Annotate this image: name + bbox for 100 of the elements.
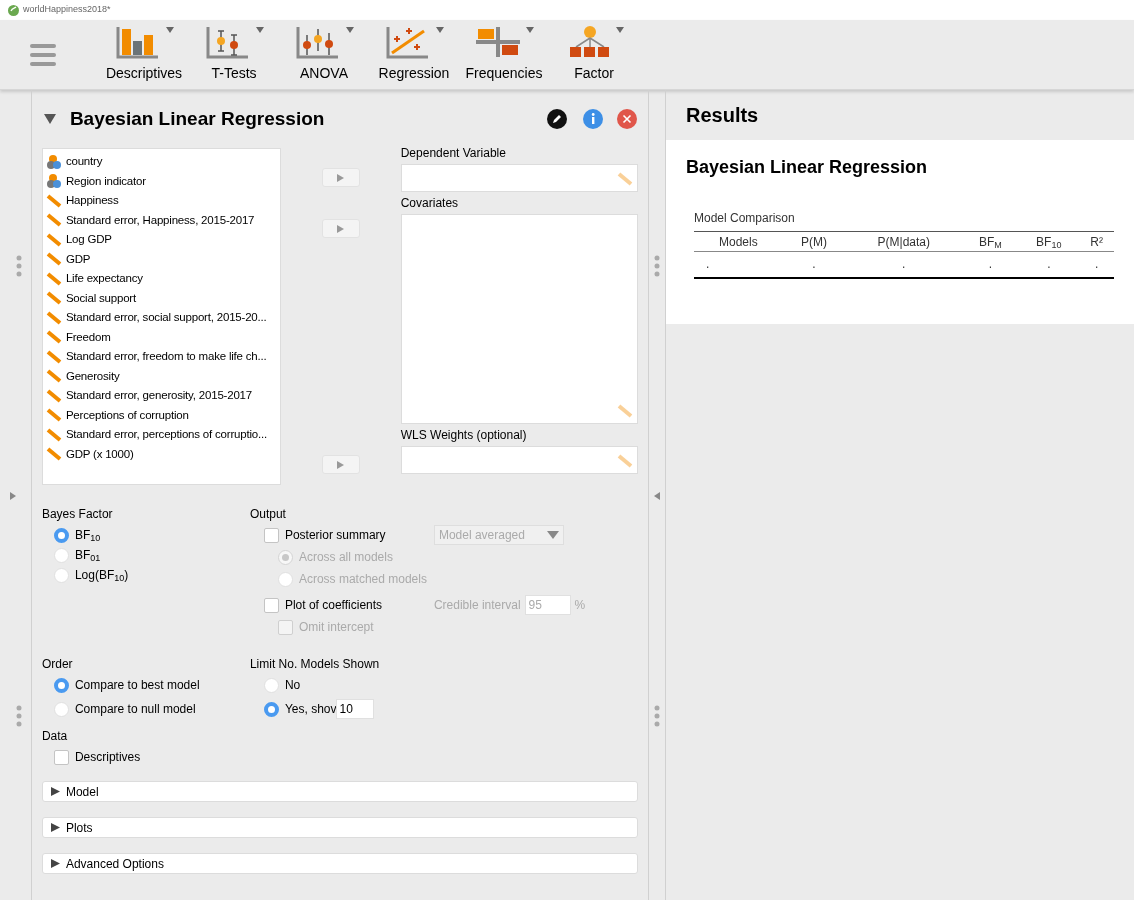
info-icon[interactable] [582, 109, 603, 129]
checkbox[interactable] [263, 527, 279, 543]
caret-icon [546, 531, 559, 539]
radio-label: Across all models [298, 549, 393, 566]
variable-item[interactable]: Standard error, freedom to make life ch... [45, 347, 278, 367]
ruler-icon [45, 251, 62, 268]
variable-item[interactable]: Region indicator [45, 171, 278, 191]
section-header[interactable]: Model [41, 781, 638, 802]
edit-icon[interactable] [546, 109, 567, 129]
ruler-icon [45, 290, 62, 307]
toolbar-button[interactable]: Factor [550, 25, 638, 84]
drop-field[interactable] [400, 214, 638, 424]
table-cell: . [1095, 257, 1099, 272]
section-header[interactable]: Plots [41, 817, 638, 838]
radio-button[interactable] [53, 527, 69, 543]
radio-button[interactable] [263, 701, 279, 717]
caret-icon [256, 27, 264, 33]
nominal-variable-icon [45, 153, 62, 170]
drag-handle-icon[interactable] [16, 255, 23, 277]
column-header: P(M) [800, 234, 827, 249]
variable-item[interactable]: Standard error, Happiness, 2015-2017 [45, 210, 278, 230]
ruler-icon [616, 403, 633, 419]
variable-item[interactable]: Generosity [45, 366, 278, 386]
radio-label: BF$_{01}$ [74, 547, 101, 564]
drag-handle-icon[interactable] [653, 255, 660, 277]
analysis-title: Bayesian Linear Regression [69, 106, 326, 131]
radio-label: Log(BF$_{10}$) [74, 567, 129, 584]
toolbar-button[interactable]: T-Tests [190, 25, 278, 84]
drag-handle-icon[interactable] [653, 705, 660, 727]
drag-handle-icon[interactable] [16, 705, 23, 727]
ruler-icon [45, 446, 62, 463]
collapse-arrow-icon[interactable] [653, 492, 660, 500]
ruler-icon [45, 270, 62, 287]
variable-item[interactable]: Happiness [45, 191, 278, 211]
radio-label: No [284, 677, 301, 694]
table-cell: . [812, 257, 816, 272]
checkbox[interactable] [263, 597, 279, 613]
ruler-icon [45, 329, 62, 346]
field-label: Covariates [400, 195, 460, 212]
drop-field[interactable] [400, 446, 638, 474]
caret-icon [616, 27, 624, 33]
play-arrow-icon [337, 460, 345, 469]
variable-item[interactable]: Life expectancy [45, 269, 278, 289]
section-header[interactable]: Advanced Options [41, 853, 638, 874]
radio-label: Yes, shov [284, 701, 337, 718]
variable-item[interactable]: Log GDP [45, 230, 278, 250]
menu-icon[interactable] [30, 42, 56, 67]
caret-icon [166, 27, 174, 33]
input-field[interactable]: 10 [336, 699, 375, 719]
ruler-icon [45, 407, 62, 424]
caret-icon [526, 27, 534, 33]
checkbox[interactable] [53, 749, 69, 765]
toolbar-button[interactable]: ANOVA [280, 25, 368, 84]
ruler-icon [45, 426, 62, 443]
close-icon[interactable] [616, 109, 637, 129]
column-header: BF$_{M}$ [978, 234, 1002, 249]
table-cell: . [706, 257, 710, 272]
ruler-icon [45, 309, 62, 326]
ruler-icon [616, 453, 633, 469]
toolbar-button[interactable]: Frequencies [460, 25, 548, 84]
variable-item[interactable]: Standard error, generosity, 2015-2017 [45, 386, 278, 406]
move-button[interactable] [321, 455, 360, 474]
group-label: Limit No. Models Shown [249, 656, 380, 673]
variable-item[interactable]: Standard error, perceptions of corruptio... [45, 425, 278, 445]
variable-item[interactable]: Freedom [45, 327, 278, 347]
table-cell: . [1047, 257, 1051, 272]
collapse-arrow-icon[interactable] [43, 114, 56, 124]
drop-field[interactable] [400, 164, 638, 192]
caret-icon [436, 27, 444, 33]
column-header: BF$_{10}$ [1036, 234, 1062, 249]
radio-label: Compare to null model [74, 701, 196, 718]
radio-button[interactable] [53, 677, 69, 693]
nominal-variable-icon [45, 173, 62, 190]
ruler-icon [45, 368, 62, 385]
group-label: Bayes Factor [41, 506, 114, 523]
move-button[interactable] [321, 168, 360, 187]
radio-label: Compare to best model [74, 677, 200, 694]
checkbox-label: Omit intercept [298, 619, 374, 636]
toolbar-button[interactable]: Descriptives [100, 25, 188, 84]
radio-label: BF$_{10}$ [74, 527, 101, 544]
expand-arrow-icon[interactable] [10, 492, 17, 500]
toolbar-button[interactable]: Regression [370, 25, 458, 84]
variable-item[interactable]: GDP [45, 249, 278, 269]
ruler-icon [45, 231, 62, 248]
move-button[interactable] [321, 219, 360, 238]
variable-item[interactable]: GDP (x 1000) [45, 444, 278, 464]
results-title: Results [686, 103, 759, 128]
ruler-icon [616, 171, 633, 187]
play-arrow-icon [337, 224, 345, 233]
variable-item[interactable]: Perceptions of corruption [45, 405, 278, 425]
variable-item[interactable]: country [45, 152, 278, 172]
column-header: Models [719, 234, 758, 249]
table-cell: . [902, 257, 906, 272]
app-logo-icon [8, 4, 19, 16]
field-label: WLS Weights (optional) [400, 427, 528, 444]
table-title: Model Comparison [694, 210, 796, 227]
group-label: Output [249, 506, 287, 523]
variable-item[interactable]: Social support [45, 288, 278, 308]
variable-item[interactable]: Standard error, social support, 2015-20... [45, 308, 278, 328]
group-label: Order [41, 656, 74, 673]
